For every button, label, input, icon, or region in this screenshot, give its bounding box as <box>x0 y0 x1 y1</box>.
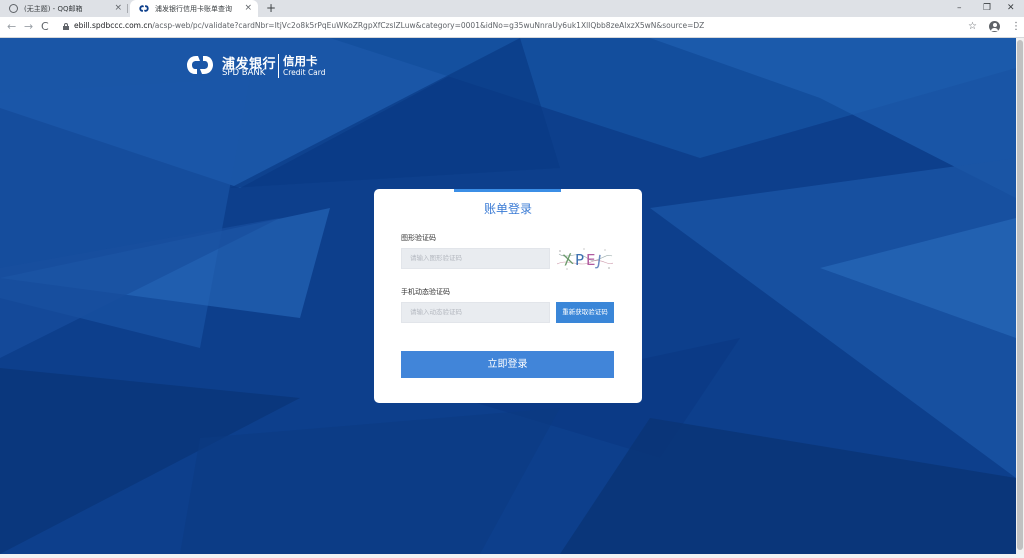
minimize-button[interactable]: – <box>957 1 962 15</box>
product-name-en: Credit Card <box>283 68 326 77</box>
spdb-logo[interactable]: 浦发银行 SPD BANK 信用卡 Credit Card <box>186 54 325 78</box>
captcha-input[interactable]: 请输入图形验证码 <box>401 248 550 269</box>
tab-title: (无主题) - QQ邮箱 <box>24 4 83 13</box>
qqmail-favicon-icon <box>9 4 18 13</box>
login-submit-button[interactable]: 立即登录 <box>401 351 614 378</box>
captcha-char: E <box>586 251 595 269</box>
tab-close-icon[interactable]: × <box>244 3 252 14</box>
logo-divider <box>278 54 279 78</box>
browser-toolbar: ← → C ebill.spdbccc.com.cn/acsp-web/pc/v… <box>0 17 1024 38</box>
lock-icon[interactable] <box>63 23 69 30</box>
tab-close-icon[interactable]: × <box>114 3 122 14</box>
restore-button[interactable]: ❐ <box>983 1 991 15</box>
new-tab-button[interactable]: + <box>266 1 276 16</box>
spdb-favicon-icon <box>139 5 149 12</box>
tab-qqmail[interactable]: (无主题) - QQ邮箱 × <box>0 0 128 17</box>
brand-name-en: SPD BANK <box>222 68 266 78</box>
url-path: /acsp-web/pc/validate?cardNbr=ItjVc2o8k5… <box>152 21 705 30</box>
bottom-bar <box>0 554 1024 558</box>
forward-arrow-icon[interactable]: → <box>24 20 33 34</box>
resend-sms-button[interactable]: 重新获取验证码 <box>556 302 614 323</box>
login-title: 账单登录 <box>483 202 532 216</box>
bookmark-star-icon[interactable]: ☆ <box>968 20 977 34</box>
captcha-label: 图形验证码 <box>401 234 436 242</box>
url-host: ebill.spdbccc.com.cn <box>74 21 153 30</box>
login-card: 账单登录 图形验证码 请输入图形验证码 X P E J 手机动态验证码 请输入动… <box>374 189 642 403</box>
tab-bar: (无主题) - QQ邮箱 × 浦发银行信用卡账单查询 × + – ❐ ✕ <box>0 0 1024 17</box>
browser-menu-icon[interactable]: ⋮ <box>1011 20 1021 34</box>
captcha-image[interactable]: X P E J <box>557 246 613 272</box>
window-close-button[interactable]: ✕ <box>1007 1 1015 15</box>
card-accent-bar <box>454 189 561 192</box>
address-bar[interactable]: ebill.spdbccc.com.cn/acsp-web/pc/validat… <box>74 21 704 30</box>
spdb-logo-mark-icon <box>187 56 213 74</box>
sms-code-label: 手机动态验证码 <box>401 288 450 296</box>
captcha-char: P <box>575 251 584 269</box>
scrollbar-thumb[interactable] <box>1017 40 1023 550</box>
tab-title: 浦发银行信用卡账单查询 <box>155 4 232 13</box>
tab-spdb-bill[interactable]: 浦发银行信用卡账单查询 × <box>130 0 258 17</box>
reload-icon[interactable]: C <box>41 20 49 34</box>
product-name-cn: 信用卡 <box>283 54 318 68</box>
back-arrow-icon[interactable]: ← <box>7 20 16 34</box>
profile-avatar-icon[interactable] <box>989 21 1000 32</box>
page-background: 浦发银行 SPD BANK 信用卡 Credit Card 账单登录 图形验证码… <box>0 38 1024 554</box>
sms-code-input[interactable]: 请输入动态验证码 <box>401 302 550 323</box>
